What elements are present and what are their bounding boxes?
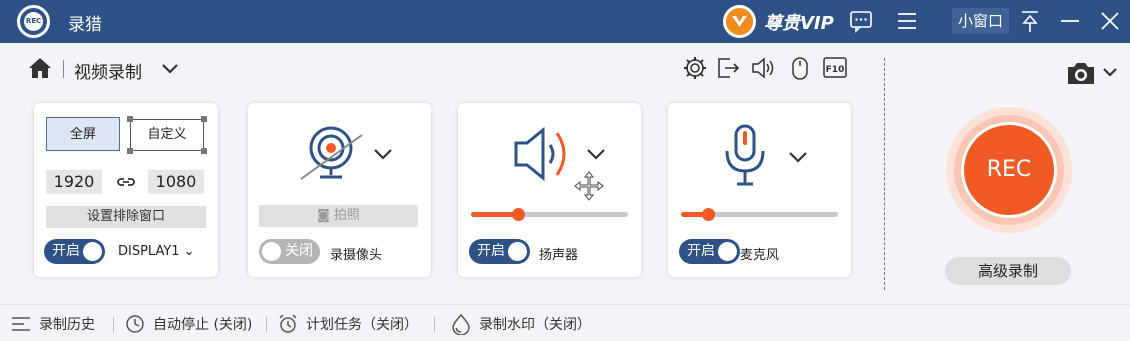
snapshot-camera-icon: ◙ xyxy=(317,208,330,223)
bottom-bar: 录制历史 自动停止 (关闭) 计划任务（关闭） 录制水印（关闭） xyxy=(0,304,1130,341)
minimize-icon[interactable] xyxy=(1057,8,1083,34)
chevron-down-icon[interactable] xyxy=(787,150,809,164)
advanced-record-button[interactable]: 高级录制 xyxy=(945,257,1071,285)
mic-volume-slider[interactable] xyxy=(681,208,838,221)
breadcrumb[interactable]: 视频录制 xyxy=(74,58,142,83)
custom-corner-handle xyxy=(127,116,133,122)
screenshot-camera-icon[interactable] xyxy=(1066,60,1118,86)
f10-hotkey-icon[interactable]: F10 xyxy=(822,55,848,81)
schedule-label: 计划任务（关闭） xyxy=(306,316,418,333)
height-field[interactable]: 1080 xyxy=(148,170,204,194)
message-icon[interactable] xyxy=(848,8,874,34)
breadcrumb-divider xyxy=(63,60,64,78)
separator xyxy=(266,317,267,332)
app-title: 录猎 xyxy=(68,15,102,35)
rec-button[interactable]: REC xyxy=(961,122,1057,218)
alarm-clock-icon xyxy=(279,313,297,333)
slider-thumb[interactable] xyxy=(512,208,526,221)
speaker-small-icon[interactable] xyxy=(750,55,776,81)
exclude-window-button[interactable]: 设置排除窗口 xyxy=(46,206,206,228)
speaker-panel: 开启 扬声器 xyxy=(458,103,641,277)
chevron-down-icon[interactable] xyxy=(160,62,180,76)
watermark-label: 录制水印（关闭） xyxy=(479,316,591,333)
vip-badge-icon[interactable] xyxy=(723,5,756,38)
slider-thumb[interactable] xyxy=(701,208,715,221)
app-logo-text: REC xyxy=(24,12,43,31)
export-icon[interactable] xyxy=(715,55,741,81)
menu-icon[interactable] xyxy=(894,8,920,34)
chevron-down-icon[interactable] xyxy=(372,147,394,161)
custom-corner-handle xyxy=(127,148,133,154)
screen-toggle[interactable]: 开启 xyxy=(44,239,105,264)
move-cursor-icon xyxy=(574,171,604,201)
toggle-knob xyxy=(262,242,281,261)
link-ratio-icon[interactable] xyxy=(116,173,136,191)
water-drop-icon xyxy=(452,313,470,335)
speaker-volume-slider[interactable] xyxy=(471,208,628,221)
schedule-link[interactable]: 计划任务（关闭） xyxy=(278,305,418,341)
list-icon xyxy=(12,316,30,331)
vertical-divider xyxy=(884,58,885,290)
mic-label: 麦克风 xyxy=(740,248,780,263)
app-logo: REC xyxy=(17,5,50,38)
speaker-icon xyxy=(514,126,566,182)
rec-button-halo: REC xyxy=(946,107,1072,233)
mic-toggle-label: 开启 xyxy=(687,243,715,259)
mic-toggle[interactable]: 开启 xyxy=(679,239,740,264)
settings-gear-icon[interactable] xyxy=(682,55,708,81)
toggle-knob xyxy=(83,242,102,261)
history-label: 录制历史 xyxy=(39,316,95,333)
rec-button-ring: REC xyxy=(954,115,1064,225)
toggle-knob xyxy=(508,242,527,261)
home-icon[interactable] xyxy=(28,57,52,79)
speaker-toggle[interactable]: 开启 xyxy=(469,239,530,264)
screen-area-panel: 全屏 自定义 1920 1080 设置排除窗口 开启 DISPLAY1 ⌄ xyxy=(34,103,218,277)
toggle-knob xyxy=(718,242,737,261)
auto-stop-label: 自动停止 (关闭) xyxy=(153,316,253,333)
custom-corner-handle xyxy=(201,148,207,154)
snapshot-button[interactable]: ◙ 拍照 xyxy=(259,205,418,227)
microphone-icon xyxy=(725,124,765,186)
vip-label[interactable]: 尊贵VIP xyxy=(764,9,834,35)
display-select-value: DISPLAY1 xyxy=(118,244,180,259)
speaker-label: 扬声器 xyxy=(539,248,579,263)
snapshot-label: 拍照 xyxy=(333,208,360,223)
watermark-link[interactable]: 录制水印（关闭） xyxy=(451,305,591,341)
separator xyxy=(434,317,435,332)
svg-text:F10: F10 xyxy=(826,65,845,75)
screen-toggle-label: 开启 xyxy=(52,243,80,259)
mini-window-button[interactable]: 小窗口 xyxy=(952,8,1009,34)
camera-label: 录摄像头 xyxy=(330,248,383,263)
camera-panel: ◙ 拍照 关闭 录摄像头 xyxy=(248,103,431,277)
custom-area-button[interactable]: 自定义 xyxy=(130,119,204,151)
clock-icon xyxy=(126,314,144,333)
display-select[interactable]: DISPLAY1 ⌄ xyxy=(118,244,195,259)
fullscreen-button[interactable]: 全屏 xyxy=(46,117,120,151)
auto-stop-link[interactable]: 自动停止 (关闭) xyxy=(125,305,252,341)
camera-toggle-label: 关闭 xyxy=(285,243,313,259)
chevron-down-icon[interactable] xyxy=(585,147,607,161)
speaker-toggle-label: 开启 xyxy=(477,243,505,259)
mouse-icon[interactable] xyxy=(787,55,813,81)
slider-fill xyxy=(471,212,519,217)
close-icon[interactable] xyxy=(1097,8,1123,34)
pin-icon[interactable] xyxy=(1017,8,1043,34)
camera-webcam-icon xyxy=(300,126,363,180)
custom-corner-handle xyxy=(201,116,207,122)
title-bar: REC 录猎 尊贵VIP 小窗口 xyxy=(0,0,1130,43)
width-field[interactable]: 1920 xyxy=(46,170,102,194)
microphone-panel: 开启 麦克风 xyxy=(668,103,851,277)
history-link[interactable]: 录制历史 xyxy=(11,305,95,341)
camera-toggle[interactable]: 关闭 xyxy=(259,239,320,264)
separator xyxy=(113,317,114,332)
